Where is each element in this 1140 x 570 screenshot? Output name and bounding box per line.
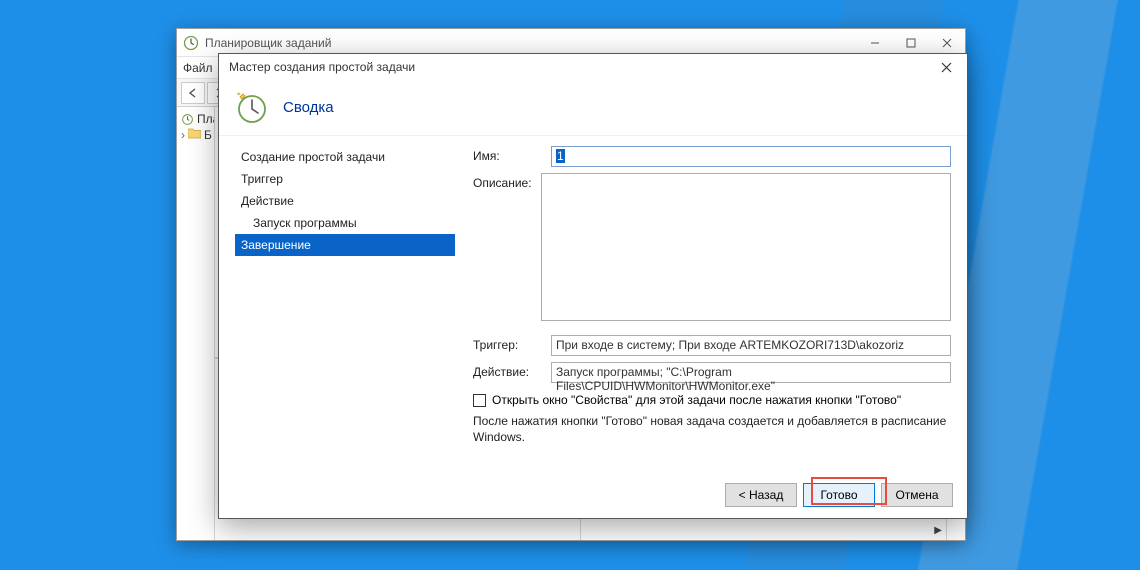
menu-file[interactable]: Файл: [183, 61, 213, 75]
wizard-clock-icon: [233, 90, 269, 126]
wizard-header-title: Сводка: [283, 99, 334, 116]
step-trigger[interactable]: Триггер: [235, 168, 455, 190]
wizard-titlebar[interactable]: Мастер создания простой задачи: [219, 54, 967, 80]
wizard-steps-list: Создание простой задачи Триггер Действие…: [235, 146, 455, 472]
tree-pane[interactable]: План › Б: [177, 107, 215, 540]
clock-icon: [177, 35, 205, 51]
tree-child-label: Б: [204, 128, 212, 142]
back-button[interactable]: < Назад: [725, 483, 797, 507]
finish-button[interactable]: Готово: [803, 483, 875, 507]
cancel-button[interactable]: Отмена: [881, 483, 953, 507]
trigger-label: Триггер:: [473, 335, 543, 352]
step-finish[interactable]: Завершение: [235, 234, 455, 256]
nav-back-button[interactable]: [181, 82, 205, 104]
scroll-right-icon[interactable]: ▶: [934, 525, 942, 536]
name-label: Имя:: [473, 146, 543, 163]
tree-root[interactable]: План: [179, 111, 212, 127]
wizard-close-button[interactable]: [929, 55, 963, 79]
name-input[interactable]: 1: [551, 146, 951, 167]
finish-hint: После нажатия кнопки "Готово" новая зада…: [473, 413, 951, 445]
step-action[interactable]: Действие: [235, 190, 455, 212]
wizard-header: Сводка: [219, 80, 967, 136]
step-create-task[interactable]: Создание простой задачи: [235, 146, 455, 168]
expand-icon[interactable]: ›: [181, 128, 185, 142]
name-input-value: 1: [556, 149, 565, 163]
clock-icon: [181, 113, 194, 126]
wizard-form: Имя: 1 Описание: Триггер: При входе в си…: [473, 146, 951, 472]
tree-root-label: План: [197, 112, 215, 126]
wizard-footer: < Назад Готово Отмена: [219, 472, 967, 518]
action-value-field: Запуск программы; "C:\Program Files\CPUI…: [551, 362, 951, 383]
description-textarea[interactable]: [541, 173, 951, 321]
open-properties-checkbox[interactable]: [473, 394, 486, 407]
tree-child[interactable]: › Б: [179, 127, 212, 143]
trigger-value-field: При входе в систему; При входе ARTEMKOZO…: [551, 335, 951, 356]
wizard-window-title: Мастер создания простой задачи: [229, 60, 929, 74]
action-label: Действие:: [473, 362, 543, 379]
open-properties-label: Открыть окно "Свойства" для этой задачи …: [492, 393, 901, 407]
step-run-program[interactable]: Запуск программы: [235, 212, 455, 234]
task-wizard-dialog: Мастер создания простой задачи Сводка Со…: [218, 53, 968, 519]
description-label: Описание:: [473, 173, 533, 190]
folder-icon: [188, 128, 201, 142]
scheduler-title: Планировщик заданий: [205, 36, 857, 50]
